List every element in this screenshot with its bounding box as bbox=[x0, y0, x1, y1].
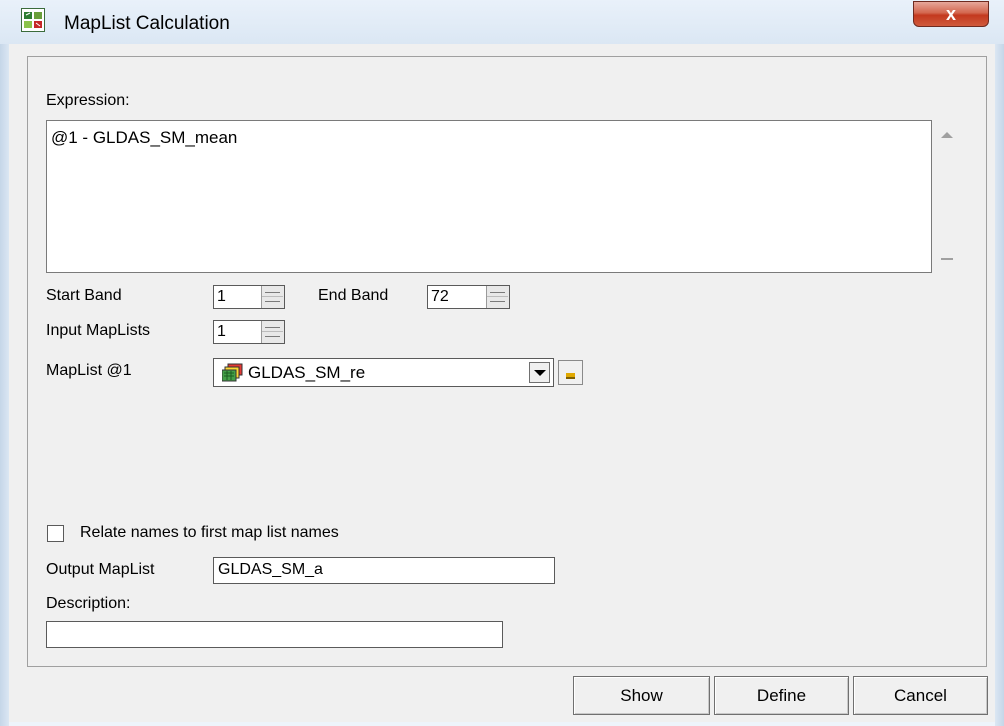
end-band-spinner[interactable]: 72 bbox=[427, 285, 510, 309]
input-maplists-label: Input MapLists bbox=[46, 322, 151, 339]
end-band-spin-buttons[interactable] bbox=[486, 286, 509, 308]
end-band-label: End Band bbox=[318, 287, 389, 304]
relate-names-checkbox[interactable] bbox=[47, 525, 64, 542]
maplist-calculation-window: MapList Calculation x Expression: @1 - G… bbox=[0, 0, 1004, 726]
input-maplists-value[interactable]: 1 bbox=[217, 323, 226, 341]
maplist1-dropdown[interactable]: GLDAS_SM_re bbox=[213, 358, 554, 387]
folder-icon bbox=[566, 373, 575, 379]
window-frame-left bbox=[0, 44, 9, 726]
window-title: MapList Calculation bbox=[64, 13, 230, 34]
dropdown-arrow-icon[interactable] bbox=[529, 362, 550, 383]
maplist-icon bbox=[221, 363, 244, 383]
title-bar[interactable]: MapList Calculation x bbox=[0, 0, 1004, 44]
maplist1-label: MapList @1 bbox=[46, 362, 132, 379]
close-button[interactable]: x bbox=[913, 1, 989, 27]
description-label: Description: bbox=[46, 595, 131, 612]
cancel-button[interactable]: Cancel bbox=[853, 676, 988, 715]
start-band-spin-buttons[interactable] bbox=[261, 286, 284, 308]
scroll-down-arrow-icon[interactable] bbox=[941, 258, 953, 260]
expression-label: Expression: bbox=[46, 92, 130, 109]
scroll-up-arrow-icon[interactable] bbox=[941, 132, 953, 138]
start-band-value[interactable]: 1 bbox=[217, 288, 226, 306]
output-maplist-label: Output MapList bbox=[46, 561, 155, 578]
app-icon bbox=[21, 8, 45, 32]
input-maplists-spinner[interactable]: 1 bbox=[213, 320, 285, 344]
expression-textarea[interactable]: @1 - GLDAS_SM_mean bbox=[46, 120, 932, 273]
end-band-value[interactable]: 72 bbox=[431, 288, 449, 306]
maplist1-selected-value: GLDAS_SM_re bbox=[248, 363, 366, 382]
start-band-label: Start Band bbox=[46, 287, 122, 304]
description-input[interactable] bbox=[46, 621, 503, 648]
input-maplists-spin-buttons[interactable] bbox=[261, 321, 284, 343]
start-band-spinner[interactable]: 1 bbox=[213, 285, 285, 309]
expression-scrollbar[interactable] bbox=[934, 120, 960, 273]
define-button[interactable]: Define bbox=[714, 676, 849, 715]
show-button[interactable]: Show bbox=[573, 676, 710, 715]
output-maplist-input[interactable]: GLDAS_SM_a bbox=[213, 557, 555, 584]
maplist-browse-button[interactable] bbox=[558, 360, 583, 385]
relate-names-label[interactable]: Relate names to first map list names bbox=[80, 524, 339, 542]
window-frame-right bbox=[995, 44, 1004, 726]
